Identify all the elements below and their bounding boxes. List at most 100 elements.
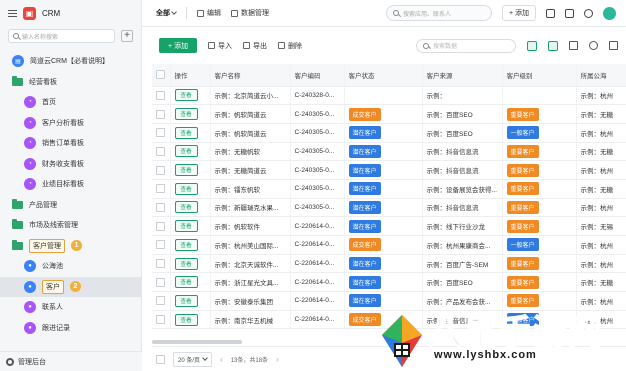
row-checkbox[interactable] [156, 315, 165, 325]
row-checkbox[interactable] [156, 184, 165, 194]
sidebar-search-input[interactable]: 输入名称搜索 [8, 29, 115, 43]
sidebar-item-customer[interactable]: ● 客户 2 [0, 276, 141, 297]
row-checkbox[interactable] [156, 277, 165, 287]
next-page-button[interactable]: › [276, 355, 279, 364]
row-select-cell[interactable] [152, 123, 171, 143]
import-button[interactable]: 导入 [208, 41, 232, 51]
row-select-cell[interactable] [152, 160, 171, 180]
refresh-icon[interactable] [589, 41, 598, 50]
global-search-input[interactable]: 搜索应用、联系人 [385, 5, 492, 21]
view-button[interactable]: 查看 [174, 201, 198, 214]
sidebar-item-finance[interactable]: ◔ 财务收支看板 [0, 154, 141, 175]
sidebar-item-public-pool[interactable]: ● 公海池 [0, 256, 141, 277]
filter-icon[interactable] [527, 40, 537, 51]
column-header[interactable]: 所属公海 [576, 64, 626, 87]
sidebar-item-dashboard-folder[interactable]: 经营看板 [0, 72, 141, 93]
sidebar-item-sales-orders[interactable]: ◔ 销售订单看板 [0, 133, 141, 154]
page-select-checkbox[interactable] [156, 354, 165, 364]
column-header[interactable]: 客户编码 [290, 64, 345, 87]
column-header[interactable]: 客户级别 [502, 64, 577, 87]
table-row[interactable]: 查看 示例：帆软简道云 C-240305-0... 潜在客户 示例：百度SEO … [152, 123, 626, 143]
view-button[interactable]: 查看 [174, 313, 198, 326]
view-button[interactable]: 查看 [174, 182, 198, 195]
column-header[interactable]: 客户来源 [422, 64, 503, 87]
row-checkbox[interactable] [156, 165, 165, 175]
sort-icon[interactable] [569, 41, 578, 50]
sidebar-item-home[interactable]: ◔ 首页 [0, 92, 141, 113]
sidebar-item-customer-folder[interactable]: 客户管理 1 [0, 236, 141, 257]
view-button[interactable]: 查看 [174, 276, 198, 289]
table-search-input[interactable]: 搜索数据 [416, 38, 516, 53]
view-button[interactable]: 查看 [174, 108, 198, 121]
row-checkbox[interactable] [156, 202, 165, 212]
row-checkbox[interactable] [156, 109, 165, 119]
select-all-checkbox[interactable] [156, 70, 165, 80]
menu-icon[interactable] [8, 10, 17, 17]
admin-link[interactable]: 管理后台 [0, 351, 142, 371]
sidebar-item-marketing-folder[interactable]: 市场及线索管理 [0, 215, 141, 236]
help-icon[interactable] [584, 8, 593, 18]
prev-page-button[interactable]: ‹ [220, 355, 223, 364]
table-row[interactable]: 查看 示例：无糖简道云 C-240305-0... 潜在客户 示例：抖音信息流 … [152, 160, 626, 180]
top-add-button[interactable]: + 添加 [501, 5, 536, 21]
view-button[interactable]: 查看 [174, 89, 198, 102]
add-record-button[interactable]: + 添加 [159, 38, 198, 53]
column-header[interactable]: 客户名称 [210, 64, 291, 87]
horizontal-scrollbar[interactable] [152, 340, 242, 344]
sidebar-item-products-folder[interactable]: 产品管理 [0, 195, 141, 216]
sidebar-item-guide[interactable]: ▤ 简道云CRM【必看说明】 [0, 51, 141, 72]
message-icon[interactable] [565, 8, 574, 18]
table-row[interactable]: 查看 示例：浙江星光文具... C-220614-0... 潜在客户 示例：百度… [152, 272, 626, 293]
table-row[interactable]: 查看 示例：新疆瑞克水果... C-240305-0... 潜在客户 示例：抖音… [152, 198, 626, 218]
row-checkbox[interactable] [156, 240, 165, 250]
row-select-cell[interactable] [152, 104, 171, 124]
edit-button[interactable]: 编辑 [197, 8, 221, 18]
avatar[interactable] [603, 6, 616, 20]
table-row[interactable]: 查看 示例：北京简道云小... C-240328-0... 示例： 示例：杭州 [152, 86, 626, 106]
sidebar-item-followups[interactable]: ● 跟进记录 [0, 318, 141, 339]
table-row[interactable]: 查看 示例：无糖帆软 C-240305-0... 潜在客户 示例：抖音信息流 重… [152, 142, 626, 162]
table-row[interactable]: 查看 示例：镭东帆软 C-240305-0... 潜在客户 示例：设备展览会获得… [152, 179, 626, 199]
table-row[interactable]: 查看 示例：帆软软件 C-220614-0... 潜在客户 示例：线下行业沙龙 … [152, 216, 626, 236]
row-select-cell[interactable] [152, 272, 171, 293]
view-button[interactable]: 查看 [174, 257, 198, 270]
row-select-cell[interactable] [152, 310, 171, 330]
row-checkbox[interactable] [156, 90, 165, 100]
row-checkbox[interactable] [156, 128, 165, 138]
row-select-cell[interactable] [152, 142, 171, 162]
sidebar-add-button[interactable]: + [121, 30, 133, 42]
sidebar-item-contacts[interactable]: ● 联系人 [0, 297, 141, 318]
table-row[interactable]: 查看 示例：杭州美山国际... C-220614-0... 成交客户 示例：杭州… [152, 235, 626, 255]
row-select-cell[interactable] [152, 216, 171, 236]
sidebar-item-performance[interactable]: ◔ 业绩目标看板 [0, 174, 141, 195]
view-button[interactable]: 查看 [174, 145, 198, 158]
sidebar-item-customer-analysis[interactable]: ◔ 客户分析看板 [0, 113, 141, 134]
table-row[interactable]: 查看 示例：帆软简道云 C-240305-0... 成交客户 示例：百度SEO … [152, 104, 626, 124]
view-button[interactable]: 查看 [174, 220, 198, 233]
export-button[interactable]: 导出 [243, 41, 267, 51]
row-checkbox[interactable] [156, 146, 165, 156]
scope-dropdown[interactable]: 全部 [156, 8, 177, 18]
layout-icon[interactable] [546, 8, 555, 18]
row-checkbox[interactable] [156, 221, 165, 231]
page-size-select[interactable]: 20 条/页 [173, 351, 213, 367]
table-row[interactable]: 查看 示例：北京天诚软件... C-220614-0... 潜在客户 示例：百度… [152, 254, 626, 274]
select-all-cell[interactable] [152, 64, 171, 87]
delete-button[interactable]: 删除 [278, 41, 302, 51]
row-select-cell[interactable] [152, 198, 171, 218]
row-select-cell[interactable] [152, 86, 171, 106]
view-button[interactable]: 查看 [174, 164, 198, 177]
data-manage-button[interactable]: 数据管理 [231, 8, 269, 18]
view-button[interactable]: 查看 [174, 238, 198, 251]
row-checkbox[interactable] [156, 259, 165, 269]
view-icon[interactable] [548, 40, 558, 51]
fullscreen-icon[interactable] [609, 41, 618, 50]
row-select-cell[interactable] [152, 254, 171, 274]
row-checkbox[interactable] [156, 296, 165, 306]
column-header[interactable]: 客户状态 [344, 64, 423, 87]
view-button[interactable]: 查看 [174, 126, 198, 139]
row-select-cell[interactable] [152, 179, 171, 199]
row-select-cell[interactable] [152, 291, 171, 311]
row-select-cell[interactable] [152, 235, 171, 255]
view-button[interactable]: 查看 [174, 294, 198, 307]
